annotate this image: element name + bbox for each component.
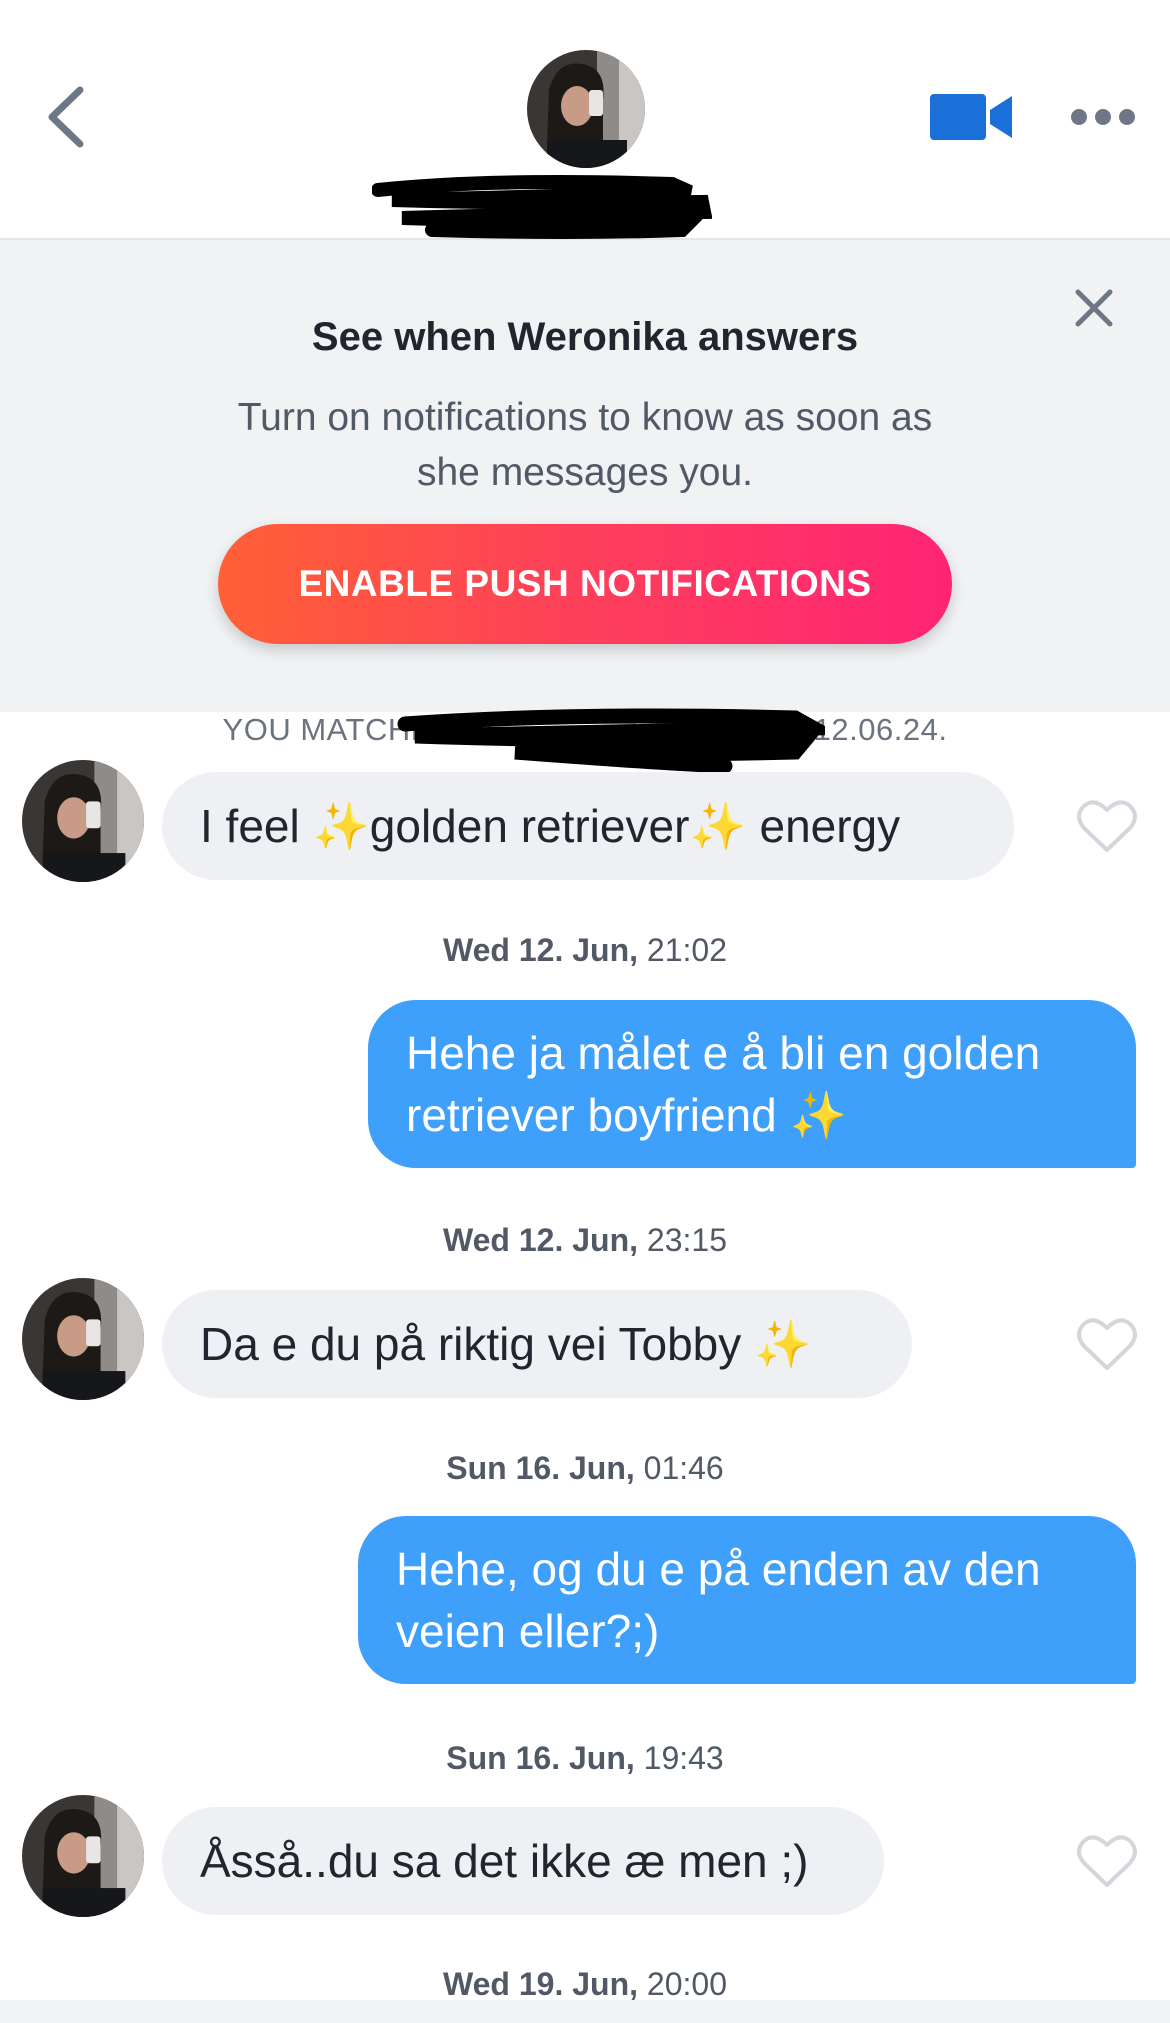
message-line: Hehe, og du e på enden av den	[396, 1543, 1041, 1595]
chevron-left-icon	[48, 86, 84, 148]
heart-outline-icon	[1077, 800, 1137, 852]
message-line: Hehe ja målet e å bli en golden	[406, 1027, 1041, 1079]
message-timestamp: Wed 12. Jun, 23:15	[443, 1222, 727, 1258]
video-call-button[interactable]	[930, 90, 1014, 144]
message-timestamp: Sun 16. Jun, 01:46	[446, 1450, 724, 1486]
match-avatar[interactable]	[527, 50, 645, 168]
message-timestamp: Wed 19. Jun, 20:00	[443, 1966, 727, 2002]
message-timestamp: Sun 16. Jun, 19:43	[446, 1740, 724, 1776]
match-redaction	[395, 706, 841, 776]
sender-avatar[interactable]	[22, 1278, 144, 1400]
avatar-photo	[22, 1795, 144, 1917]
video-camera-icon	[930, 94, 1012, 140]
enable-push-notifications-button[interactable]: ENABLE PUSH NOTIFICATIONS	[218, 524, 952, 644]
avatar-photo	[527, 50, 645, 168]
more-options-button[interactable]	[1070, 100, 1136, 134]
message-bubble-incoming[interactable]: I feel ✨golden retriever✨ energy	[162, 772, 1014, 880]
heart-outline-icon	[1077, 1835, 1137, 1887]
notification-banner: See when Weronika answers Turn on notifi…	[0, 240, 1170, 712]
match-date: 12.06.24.	[813, 712, 948, 747]
banner-text: Turn on notifications to know as soon as…	[237, 396, 933, 494]
message-text: I feel ✨golden retriever✨ energy	[200, 800, 901, 852]
message-timestamp: Wed 12. Jun, 21:02	[443, 932, 727, 968]
like-message-button[interactable]	[1076, 1316, 1138, 1372]
message-bubble-outgoing[interactable]: Hehe, og du e på enden av den veien elle…	[358, 1516, 1136, 1684]
avatar-photo	[22, 760, 144, 882]
heart-outline-icon	[1077, 1318, 1137, 1370]
banner-title: See when Weronika answers	[311, 315, 859, 359]
like-message-button[interactable]	[1076, 1833, 1138, 1889]
bottom-edge	[0, 2000, 1170, 2023]
message-text: Da e du på riktig vei Tobby ✨	[200, 1318, 812, 1370]
more-horizontal-icon	[1071, 109, 1135, 125]
sender-avatar[interactable]	[22, 1795, 144, 1917]
back-button[interactable]	[40, 82, 100, 152]
message-bubble-incoming[interactable]: Da e du på riktig vei Tobby ✨	[162, 1290, 912, 1398]
chat-header	[0, 0, 1170, 240]
message-text: Åsså..du sa det ikke æ men ;)	[200, 1835, 809, 1887]
name-redaction	[371, 170, 713, 250]
message-line: retriever boyfriend ✨	[406, 1089, 847, 1141]
message-bubble-incoming[interactable]: Åsså..du sa det ikke æ men ;)	[162, 1807, 884, 1915]
sender-avatar[interactable]	[22, 760, 144, 882]
avatar-photo	[22, 1278, 144, 1400]
like-message-button[interactable]	[1076, 798, 1138, 854]
message-bubble-outgoing[interactable]: Hehe ja målet e å bli en golden retrieve…	[368, 1000, 1136, 1168]
message-line: veien eller?;)	[396, 1605, 660, 1657]
